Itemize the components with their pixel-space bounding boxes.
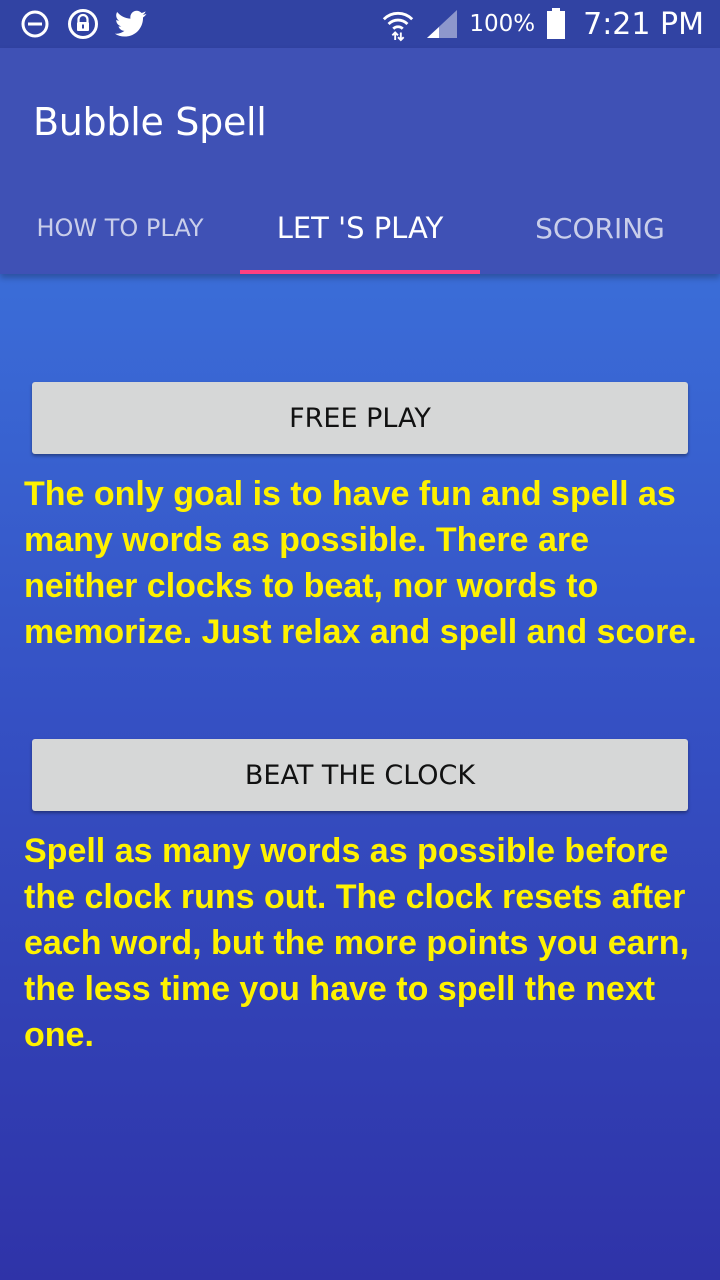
tab-lets-play[interactable]: LET 'S PLAY <box>240 182 480 274</box>
free-play-button-label: FREE PLAY <box>289 402 431 434</box>
status-bar: 100% 7:21 PM <box>0 0 720 48</box>
app-title: Bubble Spell <box>33 100 267 144</box>
status-right-icons: 100% 7:21 PM <box>381 0 704 48</box>
tab-label: SCORING <box>535 211 665 245</box>
tab-label: LET 'S PLAY <box>276 211 444 245</box>
cell-signal-icon <box>425 7 459 41</box>
status-left-icons <box>18 6 148 42</box>
lock-icon <box>66 7 100 41</box>
tab-label: HOW TO PLAY <box>36 214 204 242</box>
wifi-icon <box>381 7 415 42</box>
free-play-button[interactable]: FREE PLAY <box>32 382 688 454</box>
status-clock: 7:21 PM <box>583 6 704 42</box>
main-content: FREE PLAY The only goal is to have fun a… <box>0 274 720 1280</box>
beat-the-clock-button-label: BEAT THE CLOCK <box>244 759 476 791</box>
tab-how-to-play[interactable]: HOW TO PLAY <box>0 182 240 274</box>
do-not-disturb-icon <box>18 7 52 41</box>
free-play-description: The only goal is to have fun and spell a… <box>24 475 697 651</box>
beat-the-clock-description: Spell as many words as possible before t… <box>24 832 689 1054</box>
twitter-icon <box>114 7 148 41</box>
beat-the-clock-button[interactable]: BEAT THE CLOCK <box>32 739 688 811</box>
app-bar: Bubble Spell HOW TO PLAY LET 'S PLAY SCO… <box>0 48 720 274</box>
tab-bar: HOW TO PLAY LET 'S PLAY SCORING <box>0 182 720 274</box>
battery-icon <box>545 7 567 41</box>
battery-percent: 100% <box>469 11 536 37</box>
tab-scoring[interactable]: SCORING <box>480 182 720 274</box>
